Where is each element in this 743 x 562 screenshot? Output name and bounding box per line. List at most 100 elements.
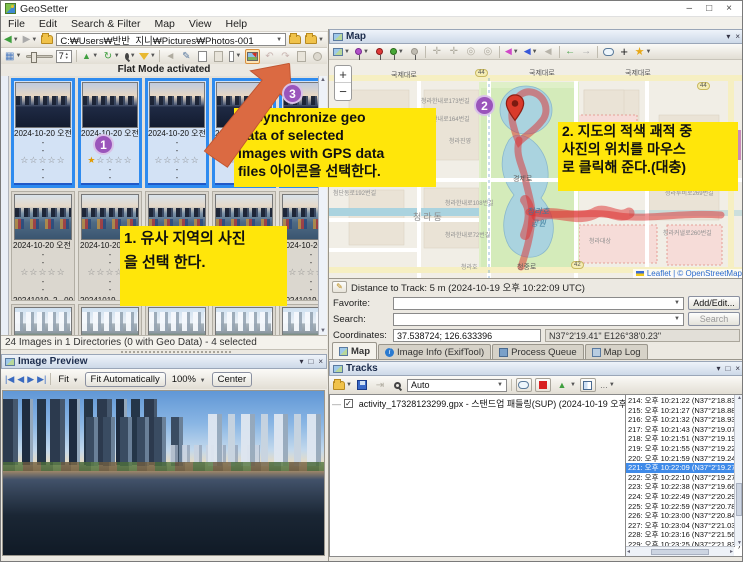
- path-combobox[interactable]: C:₩Users₩반반_지니₩Pictures₩Photos-001 ▼: [56, 33, 287, 46]
- favorites-star-icon[interactable]: ★ ▼: [634, 45, 653, 58]
- points-hscrollbar[interactable]: ◂ ▸: [626, 546, 734, 556]
- goto-marker-magenta-icon[interactable]: ◀ ▼: [504, 45, 520, 58]
- track-goto-icon[interactable]: ▲ ▼: [554, 379, 577, 392]
- filter-icon[interactable]: ▼: [138, 50, 156, 63]
- track-item[interactable]: — ✓ activity_17328123299.gpx - 스탠드업 패들링(…: [330, 395, 625, 412]
- minimize-button[interactable]: –: [687, 3, 693, 14]
- thumbnail-photo[interactable]: [82, 82, 138, 128]
- thumbnail-photo[interactable]: [149, 82, 205, 128]
- thumbnail-photo[interactable]: [14, 194, 72, 240]
- thumbnail-photo[interactable]: [15, 82, 71, 128]
- columns-spinner[interactable]: 7 ▲ ▼: [55, 49, 72, 63]
- track-checkbox[interactable]: ✓: [344, 399, 353, 408]
- track-point-row[interactable]: 224: 오후 10:22:49 (N37°2'20.29"): [626, 492, 741, 502]
- thumbnail-photo[interactable]: [215, 307, 273, 335]
- paste-icon[interactable]: [212, 50, 225, 63]
- track-point-row[interactable]: 228: 오후 10:23:16 (N37°2'21.56"): [626, 530, 741, 540]
- track-point-row[interactable]: 214: 오후 10:21:22 (N37°2'18.83"): [626, 396, 741, 406]
- track-point-row[interactable]: 219: 오후 10:21:55 (N37°2'19.22"): [626, 444, 741, 454]
- search-button[interactable]: Search: [688, 312, 740, 326]
- track-mode-combobox[interactable]: Auto ▼: [406, 378, 507, 392]
- track-point-row[interactable]: 225: 오후 10:22:59 (N37°2'20.78"): [626, 502, 741, 512]
- horizontal-splitter[interactable]: [121, 351, 231, 353]
- tracks-menu-icon[interactable]: ▾: [716, 364, 720, 373]
- first-image-icon[interactable]: |◀: [5, 374, 14, 385]
- menu-search-filter[interactable]: Search & Filter: [64, 18, 147, 30]
- folder-up-icon[interactable]: [40, 33, 54, 46]
- menu-map[interactable]: Map: [147, 18, 181, 30]
- thumbnail-cell[interactable]: [212, 304, 276, 335]
- new-item-icon[interactable]: ▼: [228, 50, 243, 63]
- folders-splitter[interactable]: [1, 76, 9, 335]
- close-button[interactable]: ×: [726, 3, 732, 14]
- track-point-row[interactable]: 227: 오후 10:23:04 (N37°2'21.03"): [626, 521, 741, 531]
- open-folder-icon[interactable]: [288, 33, 302, 46]
- track-color-button[interactable]: [534, 378, 551, 392]
- map-close-icon[interactable]: ×: [735, 32, 740, 41]
- points-vscrollbar[interactable]: ▲ ▼: [734, 395, 742, 546]
- view-mode-icon[interactable]: ▦ ▼: [4, 50, 23, 63]
- next-image-icon[interactable]: ▶: [27, 374, 34, 385]
- track-point-row[interactable]: 221: 오후 10:22:09 (N37°2'19.27"): [626, 463, 741, 473]
- track-more-icon[interactable]: … ▼: [599, 379, 616, 392]
- search-icon[interactable]: ▼: [124, 50, 137, 63]
- thumbnail-photo[interactable]: [148, 307, 206, 335]
- edit-data-icon[interactable]: ✎: [180, 50, 193, 63]
- tab-map[interactable]: Map: [332, 342, 377, 359]
- track-point-row[interactable]: 218: 오후 10:21:51 (N37°2'19.19"): [626, 434, 741, 444]
- coordinates-input[interactable]: 37.538724; 126.633396: [393, 328, 541, 342]
- sort-icon[interactable]: ▲ ▼: [81, 50, 100, 63]
- menu-edit[interactable]: Edit: [32, 18, 64, 30]
- edit-track-icon[interactable]: ✎: [332, 280, 347, 293]
- preview-close-icon[interactable]: ×: [318, 357, 323, 366]
- tab-map-log[interactable]: Map Log: [584, 344, 648, 359]
- open-track-icon[interactable]: ▼: [332, 378, 353, 392]
- attribution-text[interactable]: Leaflet | © OpenStreetMap: [647, 269, 742, 278]
- marker-pair-icon[interactable]: ▼: [389, 45, 405, 60]
- track-point-row[interactable]: 222: 오후 10:22:10 (N37°2'19.27"): [626, 473, 741, 483]
- track-point-row[interactable]: 216: 오후 10:21:32 (N37°2'18.93"): [626, 415, 741, 425]
- fit-automatically-button[interactable]: Fit Automatically: [84, 371, 166, 387]
- tab-process-queue[interactable]: Process Queue: [492, 344, 584, 359]
- goto-marker-blue-icon[interactable]: ◀ ▼: [523, 45, 539, 58]
- show-position-icon[interactable]: ▼: [354, 45, 370, 60]
- track-tooltip-toggle[interactable]: [515, 378, 532, 392]
- preview-menu-icon[interactable]: ▾: [299, 357, 303, 366]
- thumbnail-cell[interactable]: 2024-10-20 오전 7...--★☆☆☆☆--20241019_2...…: [78, 78, 142, 188]
- map-menu-icon[interactable]: ▾: [726, 32, 730, 41]
- menu-help[interactable]: Help: [218, 18, 254, 30]
- thumbnail-cell[interactable]: [145, 304, 209, 335]
- map-type-icon[interactable]: ▼: [332, 45, 351, 58]
- thumbnail-photo[interactable]: [14, 307, 72, 335]
- track-point-row[interactable]: 226: 오후 10:23:00 (N37°2'20.84"): [626, 511, 741, 521]
- zoom-dropdown[interactable]: 100% ▼: [169, 373, 209, 386]
- thumbnail-cell[interactable]: 2024-10-20 오전 7...--☆☆☆☆☆--20241019_2...…: [11, 191, 75, 301]
- save-track-icon[interactable]: [356, 379, 369, 392]
- thumbnail-cell[interactable]: 2024-10-20 오전 7...--☆☆☆☆☆--20241019_2...…: [11, 78, 75, 188]
- thumbnail-cell[interactable]: [78, 304, 142, 335]
- thumbnail-cell[interactable]: [11, 304, 75, 335]
- map-marker-icon[interactable]: [505, 94, 525, 122]
- thumbnail-photo[interactable]: [81, 307, 139, 335]
- export-track-icon[interactable]: ⇥: [372, 379, 388, 392]
- maximize-button[interactable]: □: [706, 3, 712, 14]
- tracks-close-icon[interactable]: ×: [735, 364, 740, 373]
- tracks-float-icon[interactable]: □: [725, 364, 730, 373]
- favorite-combobox[interactable]: ▼: [393, 296, 684, 310]
- preview-float-icon[interactable]: □: [308, 357, 313, 366]
- track-columns-toggle[interactable]: [579, 378, 596, 392]
- track-search-icon[interactable]: [391, 379, 404, 392]
- refresh-icon[interactable]: ↻ ▼: [102, 50, 121, 63]
- thumbnail-size-slider[interactable]: [25, 51, 53, 63]
- forward-icon[interactable]: ▶ ▼: [22, 33, 39, 46]
- track-point-row[interactable]: 220: 오후 10:21:59 (N37°2'19.24"): [626, 454, 741, 464]
- preview-photo[interactable]: [2, 390, 325, 556]
- folder-menu-icon[interactable]: ▼: [304, 33, 325, 46]
- history-back-icon[interactable]: ←: [564, 45, 577, 58]
- add-edit-button[interactable]: Add/Edit...: [688, 296, 740, 310]
- tab-image-info[interactable]: i Image Info (ExifTool): [378, 344, 492, 359]
- back-icon[interactable]: ◀ ▼: [3, 33, 20, 46]
- menu-view[interactable]: View: [182, 18, 219, 30]
- prev-image-icon[interactable]: ◀: [17, 374, 24, 385]
- tooltip-icon[interactable]: [602, 45, 615, 58]
